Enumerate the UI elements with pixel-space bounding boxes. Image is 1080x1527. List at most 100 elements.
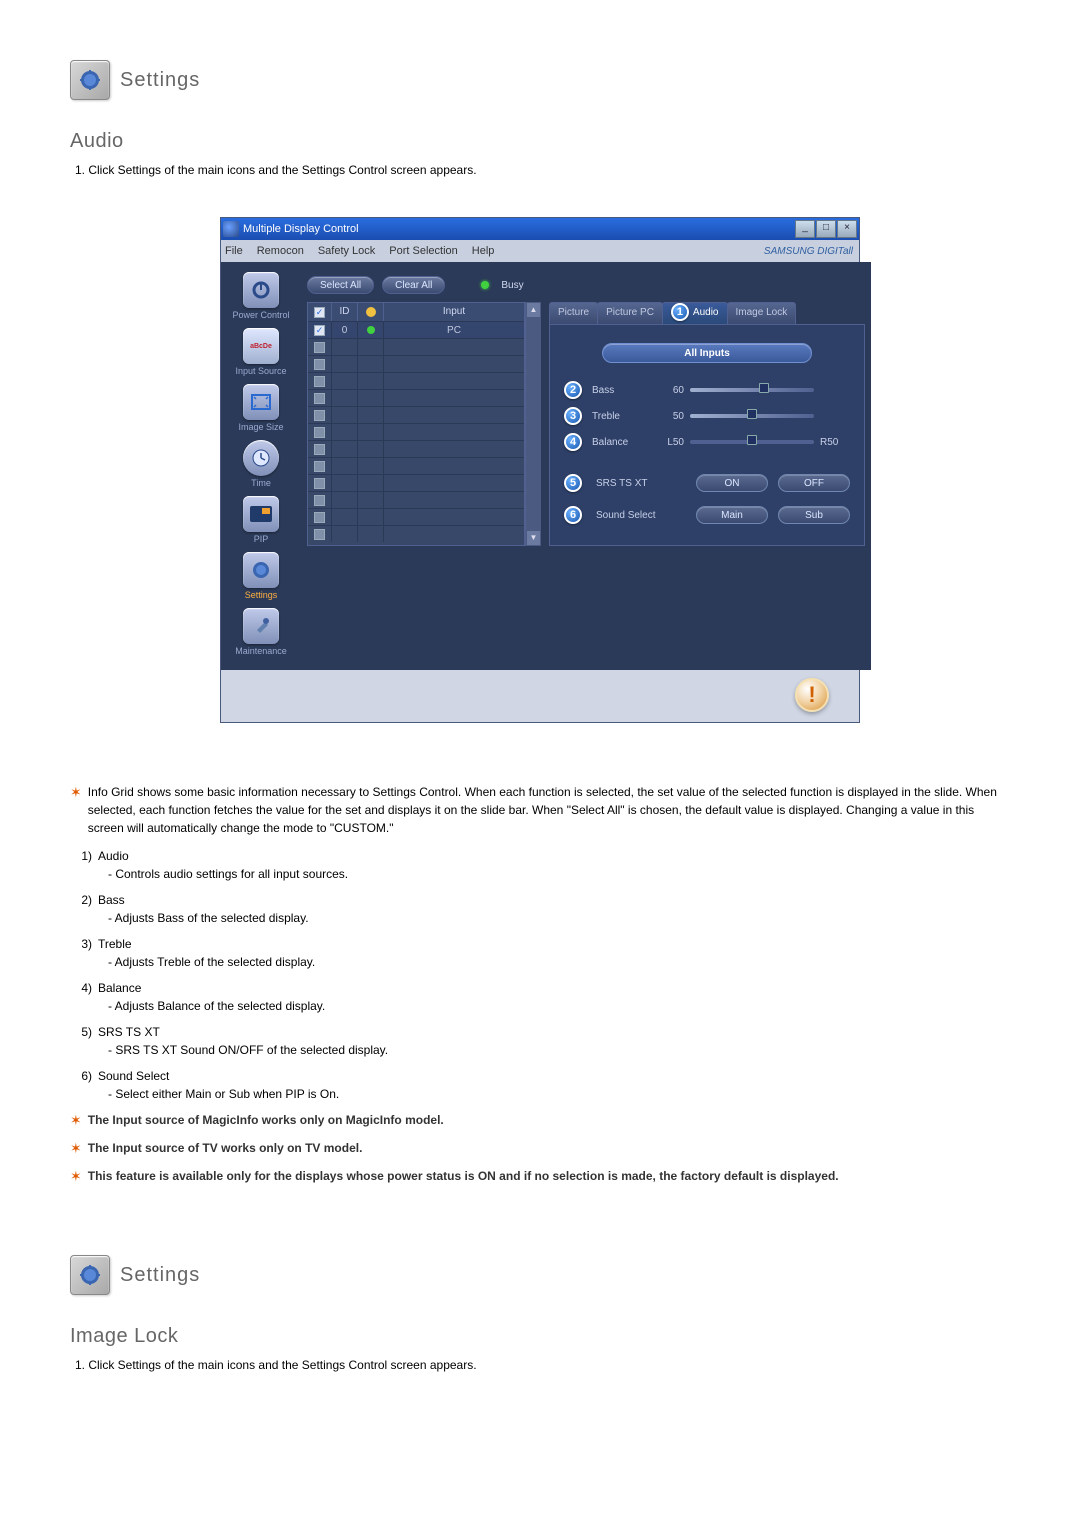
row-checkbox [314,427,325,438]
sidebar-item-pip[interactable]: PIP [221,496,301,548]
app-icon [223,221,239,237]
titlebar: Multiple Display Control _ □ × [221,218,859,240]
srs-off-button[interactable]: OFF [778,474,850,492]
image-size-icon [243,384,279,420]
menu-remocon[interactable]: Remocon [257,245,304,257]
close-button[interactable]: × [837,220,857,238]
tab-image-lock[interactable]: Image Lock [727,302,797,324]
note-item-1: 1)Audio - Controls audio settings for al… [70,847,1010,883]
table-row [308,474,524,491]
maximize-button[interactable]: □ [816,220,836,238]
sound-sub-button[interactable]: Sub [778,506,850,524]
status-on-icon [367,326,375,334]
sidebar-item-input-source[interactable]: aBcDe Input Source [221,328,301,380]
header-input: Input [384,303,524,321]
tab-label: Picture PC [606,307,654,318]
row-checkbox [314,512,325,523]
menu-safety-lock[interactable]: Safety Lock [318,245,375,257]
note-text: The Input source of MagicInfo works only… [88,1111,444,1129]
star-icon: ✶ [70,783,82,837]
power-control-icon [243,272,279,308]
table-row [308,423,524,440]
note-title: Treble [98,935,132,953]
tab-audio[interactable]: 1Audio [662,302,728,324]
menu-port-selection[interactable]: Port Selection [389,245,457,257]
note-desc: - Adjusts Treble of the selected display… [108,953,1010,971]
note-text: Info Grid shows some basic information n… [88,783,1010,837]
row-id: 0 [332,322,358,338]
star-icon: ✶ [70,1167,82,1185]
star-icon: ✶ [70,1111,82,1129]
menu-file[interactable]: File [225,245,243,257]
note-number: 1) [70,847,92,865]
note-item-2: 2)Bass - Adjusts Bass of the selected di… [70,891,1010,927]
section-header-settings-1: Settings [70,60,1010,100]
app-footer: ! [221,670,859,722]
settings-icon [70,1255,110,1295]
menu-help[interactable]: Help [472,245,495,257]
maintenance-icon [243,608,279,644]
window-buttons: _ □ × [795,220,857,238]
clear-all-button[interactable]: Clear All [382,276,445,294]
tab-label: Image Lock [736,307,788,318]
row-checkbox [314,478,325,489]
row-checkbox [314,342,325,353]
sidebar-item-time[interactable]: Time [221,440,301,492]
input-source-icon: aBcDe [243,328,279,364]
main-pane: Select All Clear All Busy ID [301,262,871,670]
header-checkbox[interactable] [314,307,325,318]
table-row [308,457,524,474]
sidebar-item-image-size[interactable]: Image Size [221,384,301,436]
note-number: 5) [70,1023,92,1041]
callout-3-icon: 3 [564,407,582,425]
row-checkbox [314,410,325,421]
note-title: Balance [98,979,141,997]
srs-on-button[interactable]: ON [696,474,768,492]
balance-slider[interactable] [690,440,814,444]
tab-picture-pc[interactable]: Picture PC [597,302,663,324]
table-row[interactable]: 0 PC [308,321,524,338]
section-header-settings-2: Settings [70,1255,1010,1295]
sidebar-item-settings[interactable]: Settings [221,552,301,604]
row-checkbox [314,529,325,540]
sidebar-item-label: Input Source [221,366,301,376]
scroll-down-icon[interactable]: ▼ [527,531,540,545]
bass-label: Bass [592,385,652,396]
scroll-up-icon[interactable]: ▲ [527,303,540,317]
select-all-button[interactable]: Select All [307,276,374,294]
sidebar-item-maintenance[interactable]: Maintenance [221,608,301,660]
table-row [308,355,524,372]
treble-value: 50 [658,411,684,422]
treble-slider[interactable] [690,414,814,418]
table-row [308,508,524,525]
app-screenshot: Multiple Display Control _ □ × File Remo… [220,217,860,723]
note-number: 2) [70,891,92,909]
sound-main-button[interactable]: Main [696,506,768,524]
all-inputs-button[interactable]: All Inputs [602,343,812,363]
note-title: SRS TS XT [98,1023,160,1041]
grid-scrollbar[interactable]: ▲ ▼ [525,302,541,546]
row-input: PC [384,322,524,338]
table-row [308,389,524,406]
note-desc: - Adjusts Bass of the selected display. [108,909,1010,927]
table-row [308,338,524,355]
sidebar-item-power-control[interactable]: Power Control [221,272,301,324]
note-title: Audio [98,847,129,865]
note-desc: - Adjusts Balance of the selected displa… [108,997,1010,1015]
row-checkbox[interactable] [314,325,325,336]
tab-picture[interactable]: Picture [549,302,598,324]
balance-left-value: L50 [658,437,684,448]
bass-slider[interactable] [690,388,814,392]
note-item-3: 3)Treble - Adjusts Treble of the selecte… [70,935,1010,971]
busy-indicator-icon [481,281,489,289]
callout-6-icon: 6 [564,506,582,524]
treble-label: Treble [592,411,652,422]
minimize-button[interactable]: _ [795,220,815,238]
bass-value: 60 [658,385,684,396]
row-checkbox [314,495,325,506]
warning-icon: ! [795,678,829,712]
lamp-header-icon [365,306,377,318]
callout-2-icon: 2 [564,381,582,399]
table-row [308,440,524,457]
subsection-title-image-lock: Image Lock [70,1325,1010,1348]
